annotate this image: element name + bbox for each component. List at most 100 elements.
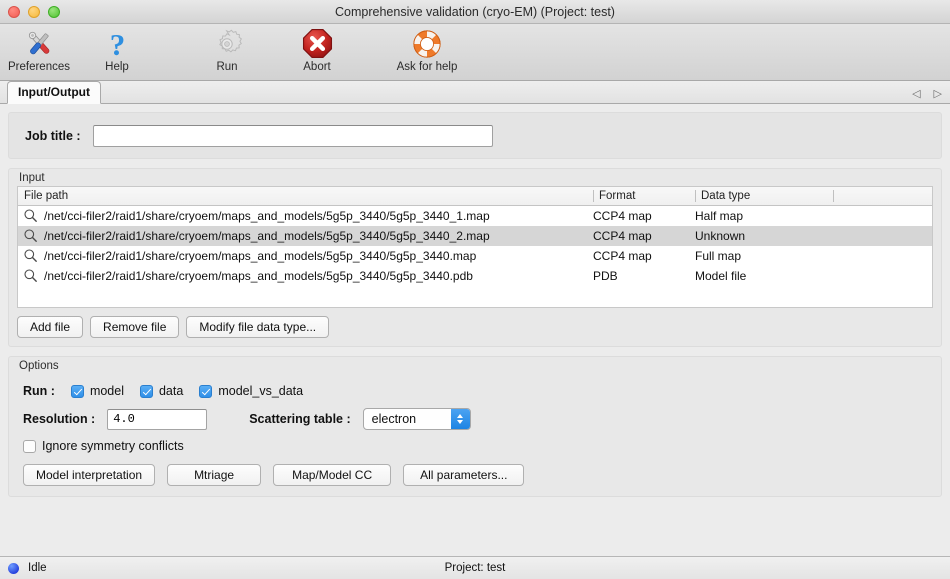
input-group-title: Input	[9, 169, 941, 186]
checkbox-data-label: data	[159, 384, 183, 398]
checkbox-ignore-symmetry-box[interactable]	[23, 440, 36, 453]
cell-extra	[833, 246, 932, 266]
checkbox-model-vs-data-box[interactable]	[199, 385, 212, 398]
input-group: Input File path Format Data type	[8, 168, 942, 347]
map-model-cc-button[interactable]: Map/Model CC	[273, 464, 391, 486]
tab-scroll-arrows: ◁ ▷	[912, 89, 942, 100]
magnifier-icon[interactable]	[23, 208, 38, 223]
resolution-input[interactable]	[107, 409, 207, 430]
file-table-container[interactable]: File path Format Data type	[17, 186, 933, 308]
magnifier-icon[interactable]	[23, 228, 38, 243]
cell-format: CCP4 map	[593, 205, 695, 226]
file-table-body: /net/cci-filer2/raid1/share/cryoem/maps_…	[18, 205, 932, 286]
cell-data-type: Unknown	[695, 226, 833, 246]
file-path-text: /net/cci-filer2/raid1/share/cryoem/maps_…	[44, 249, 476, 263]
model-interpretation-button[interactable]: Model interpretation	[23, 464, 155, 486]
status-bar: Idle Project: test	[0, 556, 950, 579]
tab-next-arrow-icon[interactable]: ▷	[934, 89, 942, 100]
toolbar-button-abort[interactable]: Abort	[278, 27, 356, 73]
toolbar-label-run: Run	[216, 61, 237, 73]
column-header-file-path[interactable]: File path	[18, 187, 593, 205]
job-title-input[interactable]	[93, 125, 493, 147]
toolbar-label-ask-for-help: Ask for help	[397, 61, 458, 73]
window-title: Comprehensive validation (cryo-EM) (Proj…	[0, 5, 950, 19]
resolution-label: Resolution :	[23, 412, 95, 426]
minimize-button[interactable]	[28, 6, 40, 18]
close-button[interactable]	[8, 6, 20, 18]
toolbar-button-run[interactable]: Run	[188, 27, 266, 73]
gear-icon	[212, 27, 242, 60]
magnifier-icon[interactable]	[23, 248, 38, 263]
options-body: Run : model data model_vs_data Resolutio…	[9, 374, 941, 496]
checkbox-model-vs-data-label: model_vs_data	[218, 384, 303, 398]
modify-file-data-type-button[interactable]: Modify file data type...	[186, 316, 329, 338]
scattering-table-select[interactable]: electron	[363, 408, 471, 430]
toolbar-label-abort: Abort	[303, 61, 331, 73]
toolbar-button-help[interactable]: ? Help	[78, 27, 156, 73]
cell-extra	[833, 205, 932, 226]
project-label: Project: test	[0, 562, 950, 574]
table-row[interactable]: /net/cci-filer2/raid1/share/cryoem/maps_…	[18, 226, 932, 246]
svg-text:?: ?	[109, 28, 125, 59]
checkbox-model-vs-data[interactable]: model_vs_data	[199, 384, 303, 398]
life-preserver-icon	[412, 27, 442, 60]
cell-format: CCP4 map	[593, 226, 695, 246]
toolbar-label-help: Help	[105, 61, 129, 73]
checkbox-model-label: model	[90, 384, 124, 398]
options-action-buttons: Model interpretation Mtriage Map/Model C…	[9, 458, 941, 486]
table-row[interactable]: /net/cci-filer2/raid1/share/cryoem/maps_…	[18, 246, 932, 266]
resolution-row: Resolution : Scattering table : electron	[9, 404, 941, 434]
options-group: Options Run : model data model_vs_data	[8, 356, 942, 497]
scattering-table-label: Scattering table :	[249, 412, 350, 426]
column-header-extra[interactable]	[833, 187, 932, 205]
table-row[interactable]: /net/cci-filer2/raid1/share/cryoem/maps_…	[18, 205, 932, 226]
run-label: Run :	[23, 384, 55, 398]
add-file-button[interactable]: Add file	[17, 316, 83, 338]
job-title-label: Job title :	[25, 129, 81, 143]
checkbox-data-box[interactable]	[140, 385, 153, 398]
cell-file-path: /net/cci-filer2/raid1/share/cryoem/maps_…	[18, 205, 593, 226]
job-title-row: Job title :	[8, 112, 942, 159]
checkbox-model-box[interactable]	[71, 385, 84, 398]
checkbox-data[interactable]: data	[140, 384, 183, 398]
file-path-text: /net/cci-filer2/raid1/share/cryoem/maps_…	[44, 229, 490, 243]
tools-icon	[24, 27, 55, 60]
tab-prev-arrow-icon[interactable]: ◁	[912, 89, 920, 100]
magnifier-icon[interactable]	[23, 268, 38, 283]
toolbar-button-preferences[interactable]: Preferences	[0, 27, 78, 73]
mtriage-button[interactable]: Mtriage	[167, 464, 261, 486]
cell-file-path: /net/cci-filer2/raid1/share/cryoem/maps_…	[18, 246, 593, 266]
cell-format: PDB	[593, 266, 695, 286]
file-path-text: /net/cci-filer2/raid1/share/cryoem/maps_…	[44, 269, 473, 283]
ignore-symmetry-row: Ignore symmetry conflicts	[9, 434, 941, 458]
zoom-button[interactable]	[48, 6, 60, 18]
checkbox-ignore-symmetry-label: Ignore symmetry conflicts	[42, 439, 184, 453]
cell-format: CCP4 map	[593, 246, 695, 266]
toolbar-button-ask-for-help[interactable]: Ask for help	[388, 27, 466, 73]
column-header-format[interactable]: Format	[593, 187, 695, 205]
file-table-header-row: File path Format Data type	[18, 187, 932, 205]
toolbar-label-preferences: Preferences	[8, 61, 70, 73]
cell-extra	[833, 226, 932, 246]
cell-data-type: Model file	[695, 266, 833, 286]
chevron-updown-icon[interactable]	[451, 409, 470, 429]
scattering-table-value: electron	[364, 412, 451, 426]
tab-input-output[interactable]: Input/Output	[7, 81, 101, 104]
cell-file-path: /net/cci-filer2/raid1/share/cryoem/maps_…	[18, 266, 593, 286]
stop-octagon-icon	[302, 27, 333, 60]
traffic-lights	[8, 6, 60, 18]
table-row[interactable]: /net/cci-filer2/raid1/share/cryoem/maps_…	[18, 266, 932, 286]
checkbox-model[interactable]: model	[71, 384, 124, 398]
cell-data-type: Full map	[695, 246, 833, 266]
all-parameters-button[interactable]: All parameters...	[403, 464, 524, 486]
file-action-buttons: Add file Remove file Modify file data ty…	[9, 308, 941, 346]
checkbox-ignore-symmetry-conflicts[interactable]: Ignore symmetry conflicts	[23, 439, 184, 453]
file-table: File path Format Data type	[18, 187, 932, 286]
blue-dot-icon	[8, 563, 19, 574]
tab-bar: Input/Output ◁ ▷	[0, 81, 950, 104]
column-header-data-type[interactable]: Data type	[695, 187, 833, 205]
cell-extra	[833, 266, 932, 286]
run-checkbox-row: Run : model data model_vs_data	[9, 378, 941, 404]
cell-data-type: Half map	[695, 205, 833, 226]
remove-file-button[interactable]: Remove file	[90, 316, 179, 338]
